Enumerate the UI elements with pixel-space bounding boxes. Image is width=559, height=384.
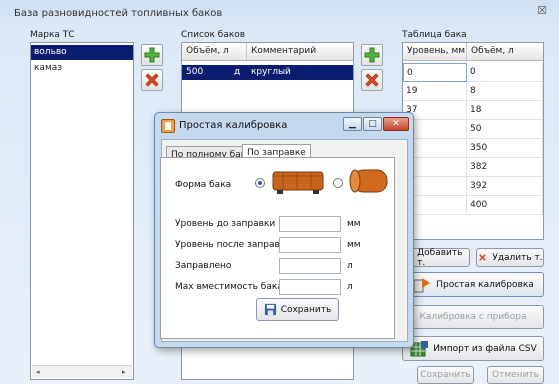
- column-header[interactable]: Уровень, мм: [403, 43, 467, 60]
- field-label: Max вместимость бака: [175, 282, 283, 292]
- volume-cell[interactable]: 400: [467, 196, 543, 215]
- import-csv-button[interactable]: Импорт из файла CSV: [402, 336, 544, 361]
- vehicle-item[interactable]: вольво: [31, 45, 133, 60]
- level-cell[interactable]: 0: [403, 63, 467, 82]
- delete-vehicle-button[interactable]: [141, 69, 163, 91]
- close-icon: ✕: [392, 119, 400, 129]
- volume-cell[interactable]: 50: [467, 120, 543, 139]
- field-label: Заправлено: [175, 261, 232, 271]
- minimize-button[interactable]: ▁: [343, 117, 362, 131]
- level-cell[interactable]: 19: [403, 82, 467, 101]
- dialog-title: Простая калибровка: [179, 120, 288, 131]
- field-unit: л: [347, 261, 353, 271]
- vehicle-item[interactable]: камаз: [31, 61, 133, 76]
- scroll-right-icon[interactable]: ▸: [122, 368, 126, 376]
- shape-radio-cylindrical[interactable]: [333, 178, 343, 188]
- add-point-label: Добавить т.: [417, 247, 463, 268]
- minimize-icon: ▁: [349, 119, 356, 129]
- dialog-app-icon: [161, 119, 175, 133]
- refueled-input[interactable]: [279, 258, 341, 274]
- dialog-save-label: Сохранить: [280, 304, 332, 315]
- add-vehicle-button[interactable]: [141, 44, 163, 66]
- plus-icon: [364, 47, 380, 63]
- field-unit: мм: [347, 219, 361, 229]
- close-window-button[interactable]: ☒: [533, 4, 551, 18]
- volume-cell[interactable]: 18: [467, 101, 543, 120]
- floppy-disk-icon: [264, 303, 276, 316]
- shape-radio-rectangular[interactable]: [255, 178, 265, 188]
- import-csv-label: Импорт из файла CSV: [433, 343, 537, 354]
- device-calibration-button[interactable]: Калибровка с прибора: [402, 305, 544, 329]
- column-header[interactable]: Комментарий: [247, 43, 353, 60]
- tank-unit: д: [234, 67, 241, 77]
- window-title: База разновидностей топливных баков: [14, 8, 223, 19]
- field-label: Уровень после заправки: [175, 240, 292, 250]
- tank-table[interactable]: Уровень, мм Объём, л 0 0 19 8 37 18 50 350 382 39…: [402, 42, 544, 240]
- maximize-icon: □: [368, 119, 377, 129]
- tank-volume: 500: [186, 67, 204, 77]
- device-calibration-label: Калибровка с прибора: [419, 312, 527, 322]
- cancel-button[interactable]: Отменить: [487, 366, 544, 384]
- save-button[interactable]: Сохранить: [417, 366, 474, 384]
- add-tank-button[interactable]: [361, 44, 383, 66]
- level-after-input[interactable]: [279, 237, 341, 253]
- vehicles-list[interactable]: вольво камаз ◂ ▸: [30, 42, 134, 380]
- delete-point-label: Удалить т.: [492, 252, 543, 263]
- dialog-save-button[interactable]: Сохранить: [256, 298, 339, 321]
- field-label: Уровень до заправки: [175, 219, 276, 229]
- table-body: 0 0 19 8 37 18 50 350 382 392 400: [403, 63, 543, 239]
- tank-shape-label: Форма бака: [175, 180, 232, 190]
- delete-point-button[interactable]: Удалить т.: [476, 248, 544, 267]
- cross-icon: [479, 254, 487, 261]
- volume-cell[interactable]: 382: [467, 158, 543, 177]
- field-unit: мм: [347, 240, 361, 250]
- cross-icon: [145, 73, 159, 87]
- rectangular-tank-icon: [272, 171, 324, 194]
- calibration-icon: [413, 277, 431, 292]
- tank-row[interactable]: 500 д круглый: [182, 65, 353, 80]
- table-label: Таблица бака: [402, 30, 467, 40]
- field-unit: л: [347, 282, 353, 292]
- simple-calibration-label: Простая калибровка: [436, 279, 534, 290]
- plus-icon: [144, 47, 160, 63]
- tanks-header: Объём, л Комментарий: [182, 43, 353, 61]
- volume-cell[interactable]: 8: [467, 82, 543, 101]
- max-capacity-input[interactable]: [279, 279, 341, 295]
- tanks-label: Список баков: [181, 30, 246, 40]
- volume-cell[interactable]: 0: [467, 63, 543, 82]
- vehicles-label: Марка ТС: [30, 30, 75, 40]
- tank-comment: круглый: [251, 67, 291, 77]
- simple-calibration-button[interactable]: Простая калибровка: [402, 272, 544, 297]
- maximize-button[interactable]: □: [363, 117, 382, 131]
- vehicles-scrollbar[interactable]: ◂ ▸: [32, 365, 132, 378]
- cylindrical-tank-icon: [349, 169, 388, 193]
- level-before-input[interactable]: [279, 216, 341, 232]
- volume-cell[interactable]: 350: [467, 139, 543, 158]
- cross-icon: [365, 73, 379, 87]
- scroll-left-icon[interactable]: ◂: [36, 368, 40, 376]
- table-header: Уровень, мм Объём, л: [403, 43, 543, 61]
- simple-calibration-dialog: Простая калибровка ▁ □ ✕ По полному баку…: [154, 112, 414, 348]
- column-header[interactable]: Объём, л: [182, 43, 247, 60]
- delete-tank-button[interactable]: [361, 69, 383, 91]
- column-header[interactable]: Объём, л: [467, 43, 543, 60]
- dialog-close-button[interactable]: ✕: [383, 117, 409, 131]
- volume-cell[interactable]: 392: [467, 177, 543, 196]
- tab-content: Форма бака Уровень до заправки мм Уровен…: [160, 157, 395, 339]
